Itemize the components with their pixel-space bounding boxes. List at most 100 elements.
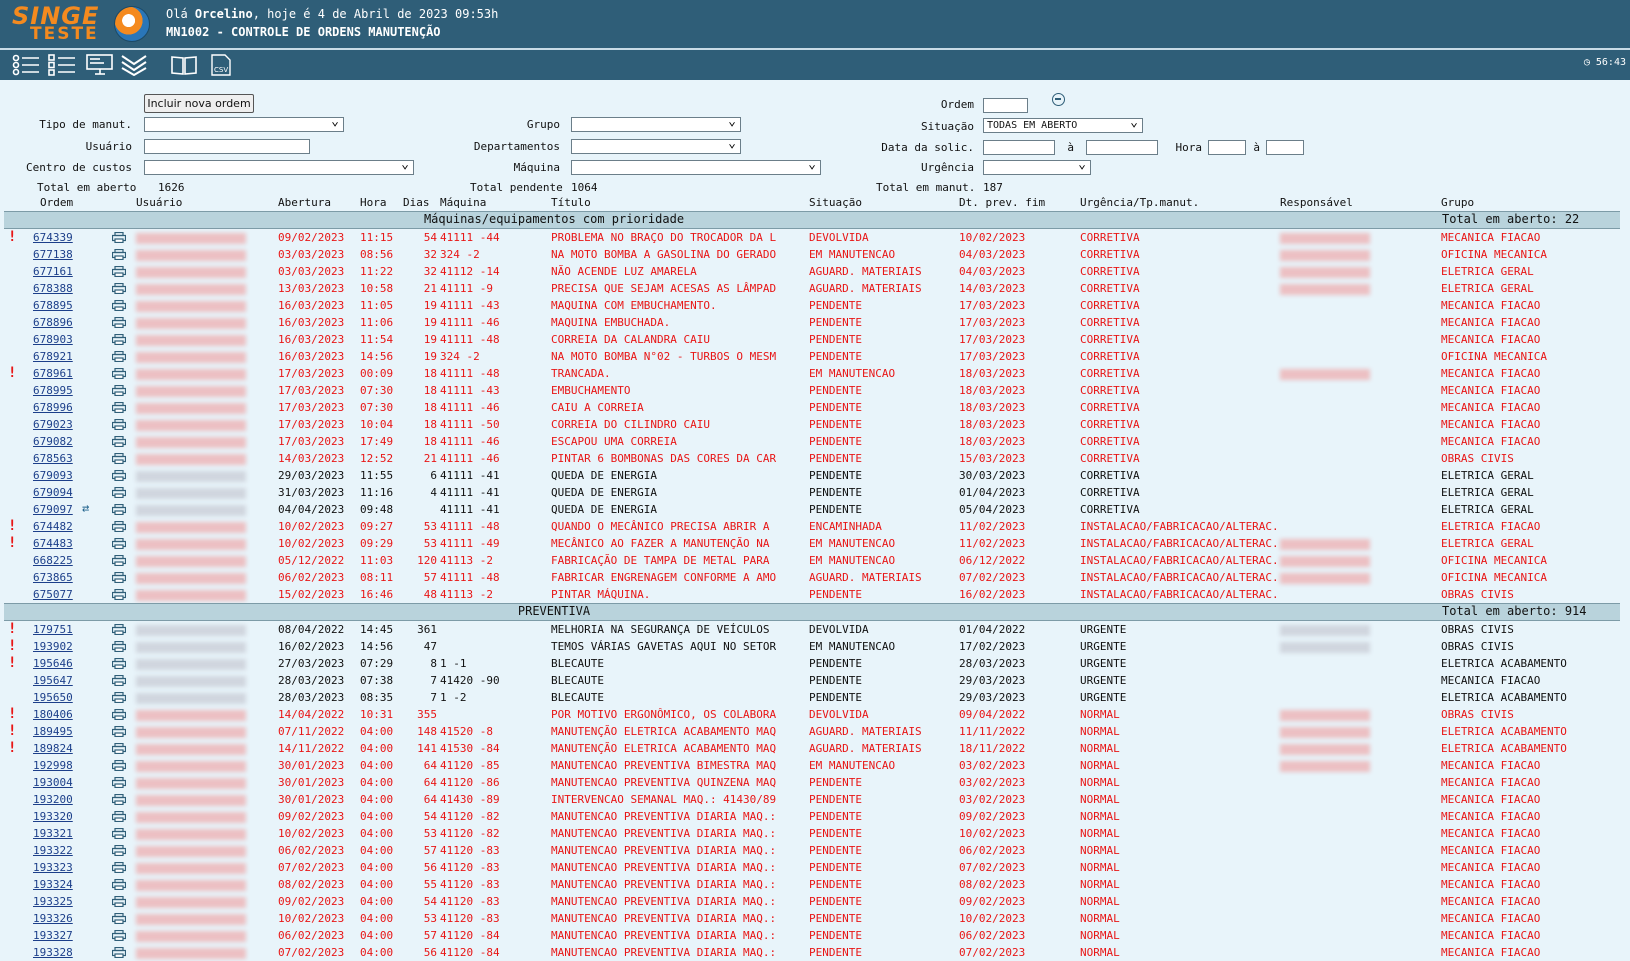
- print-icon[interactable]: [112, 555, 126, 566]
- print-icon[interactable]: [112, 572, 126, 583]
- print-icon[interactable]: [112, 419, 126, 430]
- table-row[interactable]: 678895 16/03/2023 11:05 19 41111 -43 MAQUINA …: [0, 297, 1630, 314]
- chevrons-down-icon[interactable]: [120, 54, 148, 76]
- col-abertura[interactable]: Abertura: [278, 196, 331, 209]
- order-link[interactable]: 678388: [33, 282, 73, 295]
- order-link[interactable]: 678896: [33, 316, 73, 329]
- print-icon[interactable]: [112, 300, 126, 311]
- print-icon[interactable]: [112, 504, 126, 515]
- order-link[interactable]: 193324: [33, 878, 73, 891]
- collapse-filters-icon[interactable]: [1052, 93, 1065, 106]
- table-row[interactable]: 193320 09/02/2023 04:00 54 41120 -82 MANUTENC…: [0, 808, 1630, 825]
- print-icon[interactable]: [112, 249, 126, 260]
- table-row[interactable]: 195647 28/03/2023 07:38 7 41420 -90 BLECAUTE P…: [0, 672, 1630, 689]
- col-maquina[interactable]: Máquina: [440, 196, 486, 209]
- print-icon[interactable]: [112, 930, 126, 941]
- order-link[interactable]: 193326: [33, 912, 73, 925]
- table-row[interactable]: 193322 06/02/2023 04:00 57 41120 -83 MANUTENC…: [0, 842, 1630, 859]
- order-link[interactable]: 678995: [33, 384, 73, 397]
- monitor-icon[interactable]: [86, 54, 114, 76]
- order-link[interactable]: 674339: [33, 231, 73, 244]
- table-row[interactable]: ! 189824 14/11/2022 04:00 141 41530 -84 MANUTE…: [0, 740, 1630, 757]
- order-link[interactable]: 678996: [33, 401, 73, 414]
- table-row[interactable]: 678563 14/03/2023 12:52 21 41111 -46 PINTAR 6…: [0, 450, 1630, 467]
- order-link[interactable]: 677138: [33, 248, 73, 261]
- print-icon[interactable]: [112, 283, 126, 294]
- order-link[interactable]: 674483: [33, 537, 73, 550]
- print-icon[interactable]: [112, 368, 126, 379]
- order-link[interactable]: 675077: [33, 588, 73, 601]
- table-row[interactable]: 193324 08/02/2023 04:00 55 41120 -83 MANUTENC…: [0, 876, 1630, 893]
- order-link[interactable]: 180406: [33, 708, 73, 721]
- table-row[interactable]: 193323 07/02/2023 04:00 56 41120 -83 MANUTENC…: [0, 859, 1630, 876]
- print-icon[interactable]: [112, 862, 126, 873]
- print-icon[interactable]: [112, 828, 126, 839]
- table-row[interactable]: 679097 ⇄ 04/04/2023 09:48 41111 -41 QUEDA DE …: [0, 501, 1630, 518]
- print-icon[interactable]: [112, 402, 126, 413]
- order-link[interactable]: 195650: [33, 691, 73, 704]
- order-link[interactable]: 193902: [33, 640, 73, 653]
- table-row[interactable]: 193321 10/02/2023 04:00 53 41120 -82 MANUTENC…: [0, 825, 1630, 842]
- transfer-icon[interactable]: ⇄: [82, 501, 89, 515]
- table-row[interactable]: 678896 16/03/2023 11:06 19 41111 -46 MAQUINA …: [0, 314, 1630, 331]
- table-row[interactable]: 193325 09/02/2023 04:00 54 41120 -83 MANUTENC…: [0, 893, 1630, 910]
- print-icon[interactable]: [112, 675, 126, 686]
- table-row[interactable]: ! 180406 14/04/2022 10:31 355 POR MOTIVO ERGO…: [0, 706, 1630, 723]
- table-row[interactable]: 679023 17/03/2023 10:04 18 41111 -50 CORREIA …: [0, 416, 1630, 433]
- table-row[interactable]: 193326 10/02/2023 04:00 53 41120 -83 MANUTENC…: [0, 910, 1630, 927]
- table-row[interactable]: 677161 03/03/2023 11:22 32 41112 -14 NÃO ACEN…: [0, 263, 1630, 280]
- table-row[interactable]: 195650 28/03/2023 08:35 7 1 -2 BLECAUTE PENDEN…: [0, 689, 1630, 706]
- table-row[interactable]: 675077 15/02/2023 16:46 48 41113 -2 PINTAR MÁ…: [0, 586, 1630, 603]
- print-icon[interactable]: [112, 334, 126, 345]
- print-icon[interactable]: [112, 453, 126, 464]
- list-icon[interactable]: [12, 54, 40, 76]
- print-icon[interactable]: [112, 351, 126, 362]
- table-row[interactable]: 678995 17/03/2023 07:30 18 41111 -43 EMBUCHAM…: [0, 382, 1630, 399]
- table-row[interactable]: 673865 06/02/2023 08:11 57 41111 -48 FABRICAR…: [0, 569, 1630, 586]
- data-to-input[interactable]: [1086, 140, 1158, 155]
- checklist-icon[interactable]: [48, 54, 76, 76]
- table-row[interactable]: ! 678961 17/03/2023 00:09 18 41111 -48 TRANCAD…: [0, 365, 1630, 382]
- col-ordem[interactable]: Ordem: [40, 196, 73, 209]
- maquina-select[interactable]: [571, 157, 821, 175]
- print-icon[interactable]: [112, 777, 126, 788]
- print-icon[interactable]: [112, 947, 126, 958]
- table-row[interactable]: 192998 30/01/2023 04:00 64 41120 -85 MANUTENC…: [0, 757, 1630, 774]
- print-icon[interactable]: [112, 896, 126, 907]
- urgencia-select[interactable]: [983, 157, 1091, 175]
- print-icon[interactable]: [112, 538, 126, 549]
- print-icon[interactable]: [112, 845, 126, 856]
- table-row[interactable]: 668225 05/12/2022 11:03 120 41113 -2 FABRICAÇ…: [0, 552, 1630, 569]
- tipo-manut-select[interactable]: [144, 114, 344, 132]
- print-icon[interactable]: [112, 913, 126, 924]
- order-link[interactable]: 193321: [33, 827, 73, 840]
- order-link[interactable]: 668225: [33, 554, 73, 567]
- order-link[interactable]: 195647: [33, 674, 73, 687]
- order-link[interactable]: 674482: [33, 520, 73, 533]
- situacao-select[interactable]: TODAS EM ABERTO: [983, 115, 1143, 133]
- print-icon[interactable]: [112, 589, 126, 600]
- col-grupo[interactable]: Grupo: [1441, 196, 1474, 209]
- table-row[interactable]: 678921 16/03/2023 14:56 19 324 -2 NA MOTO BOM…: [0, 348, 1630, 365]
- order-link[interactable]: 192998: [33, 759, 73, 772]
- order-link[interactable]: 193328: [33, 946, 73, 959]
- print-icon[interactable]: [112, 232, 126, 243]
- print-icon[interactable]: [112, 487, 126, 498]
- centro-custos-select[interactable]: [144, 157, 414, 175]
- print-icon[interactable]: [112, 709, 126, 720]
- order-link[interactable]: 679093: [33, 469, 73, 482]
- col-responsavel[interactable]: Responsável: [1280, 196, 1353, 209]
- order-link[interactable]: 193004: [33, 776, 73, 789]
- order-link[interactable]: 193325: [33, 895, 73, 908]
- order-link[interactable]: 195646: [33, 657, 73, 670]
- table-row[interactable]: 678903 16/03/2023 11:54 19 41111 -48 CORREIA …: [0, 331, 1630, 348]
- table-row[interactable]: 193004 30/01/2023 04:00 64 41120 -86 MANUTENC…: [0, 774, 1630, 791]
- print-icon[interactable]: [112, 266, 126, 277]
- order-link[interactable]: 678921: [33, 350, 73, 363]
- usuario-input[interactable]: [144, 139, 310, 154]
- print-icon[interactable]: [112, 317, 126, 328]
- print-icon[interactable]: [112, 470, 126, 481]
- col-urgencia[interactable]: Urgência/Tp.manut.: [1080, 196, 1199, 209]
- table-row[interactable]: ! 195646 27/03/2023 07:29 8 1 -1 BLECAUTE PENDE…: [0, 655, 1630, 672]
- order-link[interactable]: 678961: [33, 367, 73, 380]
